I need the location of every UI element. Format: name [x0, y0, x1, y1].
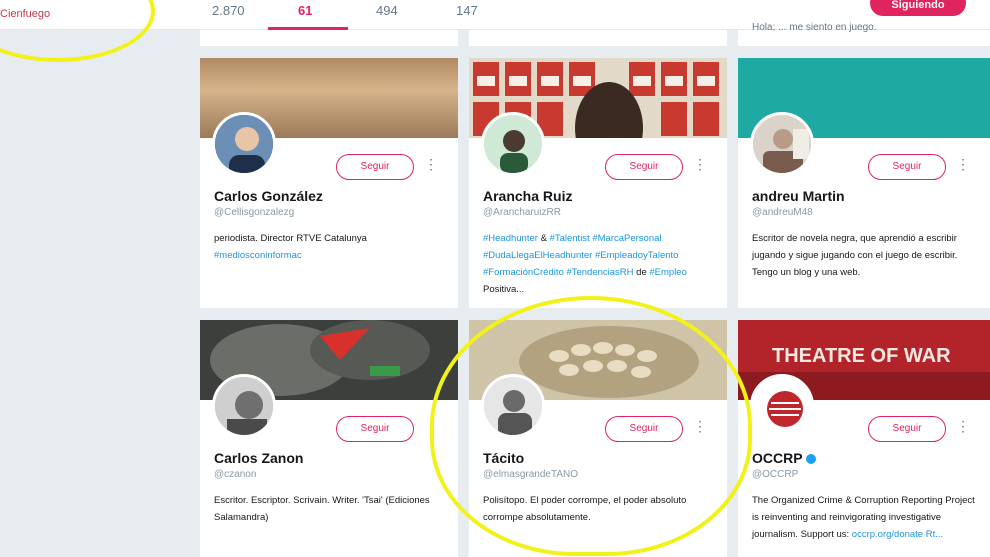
follow-button[interactable]: Seguir [868, 154, 946, 180]
user-handle[interactable]: @Cellisgonzalezg [214, 207, 294, 218]
bio-text: Positiva... [483, 284, 525, 295]
banner-title: THEATRE OF WAR [772, 345, 951, 367]
user-name[interactable]: andreu Martin [752, 188, 845, 204]
previous-card-strip: Hola; ... me siento en juego. [738, 22, 990, 46]
bio-hashtag-link[interactable]: #Talentist [550, 233, 590, 244]
user-name[interactable]: Carlos Zanon [214, 450, 303, 466]
user-bio: Escritor. Escriptor. Scrivain. Writer. '… [214, 495, 430, 523]
bio-hashtag-link[interactable]: #Headhunter [483, 233, 538, 244]
user-card-andreu-martin[interactable]: Seguir ⋮ andreu Martin @andreuM48 Escrit… [738, 58, 990, 308]
highlight-circle [430, 296, 752, 556]
bio-hashtag-link[interactable]: #mediosconinformac [214, 250, 302, 261]
avatar[interactable] [212, 374, 276, 438]
avatar-image [484, 115, 542, 173]
user-bio: Escritor de novela negra, que aprendió a… [752, 233, 958, 278]
more-options-icon[interactable]: ⋮ [956, 418, 970, 435]
highlight-circle [0, 0, 155, 62]
follow-button[interactable]: Seguir [336, 416, 414, 442]
avatar-image [753, 377, 811, 435]
user-card-occrp[interactable]: THEATRE OF WAR Seguir ⋮ OCCRP @OCCRP The… [738, 320, 990, 557]
bio-hashtag-link[interactable]: #MarcaPersonal [592, 233, 661, 244]
previous-card-bio: Hola; ... me siento en juego. [752, 22, 877, 33]
user-name[interactable]: OCCRP [752, 450, 816, 466]
user-handle[interactable]: @czanon [214, 469, 256, 480]
bio-hashtag-link[interactable]: #TendenciasRH [566, 267, 633, 278]
avatar-image [753, 115, 811, 173]
more-options-icon[interactable]: ⋮ [693, 156, 707, 173]
user-bio: The Organized Crime & Corruption Reporti… [752, 492, 978, 543]
stat-following[interactable]: 61 [298, 3, 312, 18]
user-name[interactable]: Arancha Ruiz [483, 188, 572, 204]
previous-card-strip [200, 30, 458, 46]
avatar-image [215, 377, 273, 435]
avatar[interactable] [750, 374, 814, 438]
stat-tweets[interactable]: 2.870 [212, 3, 245, 18]
follow-button[interactable]: Seguir [336, 154, 414, 180]
bio-hashtag-link[interactable]: #EmpleadoyTalento [595, 250, 678, 261]
previous-card-strip [469, 30, 727, 46]
more-options-icon[interactable]: ⋮ [424, 156, 438, 173]
user-card-carlos-zanon[interactable]: Seguir ⋮ Carlos Zanon @czanon Escritor. … [200, 320, 458, 557]
bio-text: de [633, 267, 650, 278]
follow-button[interactable]: Seguir [868, 416, 946, 442]
bio-text: periodista. Director RTVE Catalunya [214, 233, 367, 244]
user-name[interactable]: Carlos González [214, 188, 323, 204]
user-card-carlos-gonzalez[interactable]: Seguir ⋮ Carlos González @Cellisgonzalez… [200, 58, 458, 308]
user-card-arancha-ruiz[interactable]: Seguir ⋮ Arancha Ruiz @ArancharuizRR #He… [469, 58, 727, 308]
follow-button[interactable]: Seguir [605, 154, 683, 180]
user-handle[interactable]: @ArancharuizRR [483, 207, 561, 218]
user-bio: #Headhunter & #Talentist #MarcaPersonal … [483, 230, 715, 298]
user-name-text: OCCRP [752, 450, 803, 466]
avatar[interactable] [750, 112, 814, 176]
bio-text: & [537, 233, 550, 244]
avatar[interactable] [481, 112, 545, 176]
stat-followers[interactable]: 494 [376, 3, 398, 18]
avatar[interactable] [212, 112, 276, 176]
following-button[interactable]: Siguiendo [870, 0, 966, 16]
user-handle[interactable]: @andreuM48 [752, 207, 813, 218]
user-handle[interactable]: @OCCRP [752, 469, 798, 480]
verified-badge-icon [805, 454, 816, 465]
bio-hashtag-link[interactable]: #DudaLlegaElHeadhunter [483, 250, 592, 261]
stat-likes[interactable]: 147 [456, 3, 478, 18]
avatar-image [215, 115, 273, 173]
user-bio: periodista. Director RTVE Catalunya #med… [214, 230, 446, 264]
bio-hashtag-link[interactable]: #FormaciónCrédito [483, 267, 564, 278]
bio-link[interactable]: occrp.org/donate Rt... [852, 529, 943, 540]
bio-hashtag-link[interactable]: #Empleo [649, 267, 687, 278]
more-options-icon[interactable]: ⋮ [956, 156, 970, 173]
